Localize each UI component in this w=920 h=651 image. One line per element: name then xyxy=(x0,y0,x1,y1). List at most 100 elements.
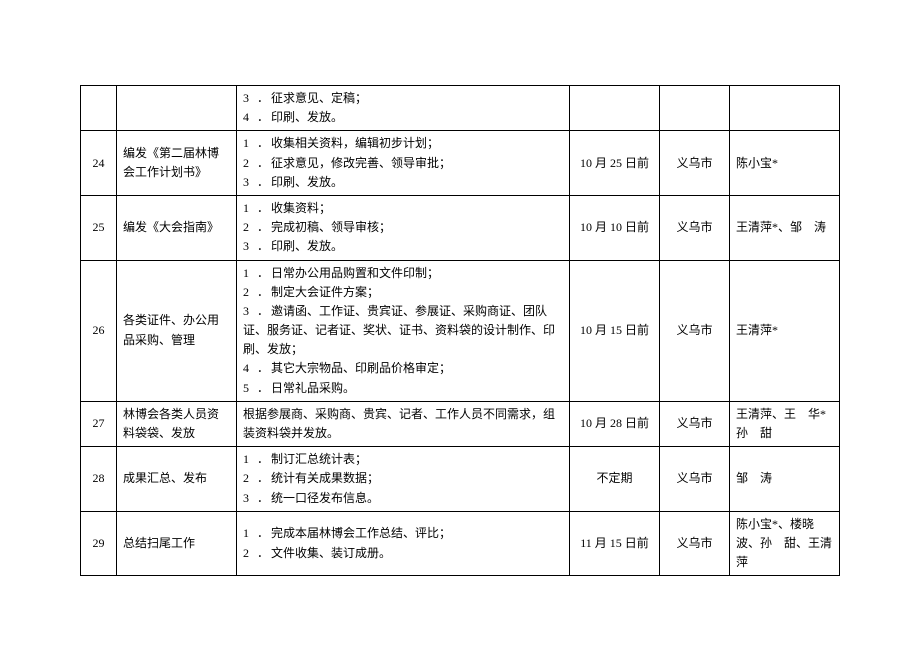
step-number: 3 xyxy=(243,237,257,256)
task-name: 编发《大会指南》 xyxy=(117,195,237,260)
step-separator: ． xyxy=(257,199,271,218)
step-separator: ． xyxy=(257,218,271,237)
city: 义乌市 xyxy=(660,511,730,576)
step-line: 3．邀请函、工作证、贵宾证、参展证、采购商证、团队证、服务证、记者证、奖状、证书… xyxy=(243,302,563,360)
step-line: 2．完成初稿、领导审核； xyxy=(243,218,563,237)
step-separator: ． xyxy=(257,524,271,543)
step-number: 2 xyxy=(243,544,257,563)
task-name: 林博会各类人员资料袋袋、发放 xyxy=(117,401,237,446)
step-line: 4．其它大宗物品、印刷品价格审定； xyxy=(243,359,563,378)
step-text: 邀请函、工作证、贵宾证、参展证、采购商证、团队证、服务证、记者证、奖状、证书、资… xyxy=(243,304,555,356)
row-number: 27 xyxy=(81,401,117,446)
task-steps: 根据参展商、采购商、贵宾、记者、工作人员不同需求，组装资料袋并发放。 xyxy=(237,401,570,446)
step-line: 1．制订汇总统计表； xyxy=(243,450,563,469)
responsible-people xyxy=(730,86,840,131)
step-line: 2．统计有关成果数据； xyxy=(243,469,563,488)
table-row: 28成果汇总、发布1．制订汇总统计表；2．统计有关成果数据；3．统一口径发布信息… xyxy=(81,447,840,512)
step-text: 制订汇总统计表； xyxy=(271,452,367,466)
step-number: 2 xyxy=(243,469,257,488)
step-separator: ． xyxy=(257,264,271,283)
step-line: 3．统一口径发布信息。 xyxy=(243,489,563,508)
step-separator: ． xyxy=(257,489,271,508)
responsible-people: 王清萍、王 华*孙 甜 xyxy=(730,401,840,446)
task-name: 各类证件、办公用品采购、管理 xyxy=(117,260,237,401)
step-number: 1 xyxy=(243,450,257,469)
step-line: 1．收集资料； xyxy=(243,199,563,218)
step-number: 3 xyxy=(243,89,257,108)
step-number: 1 xyxy=(243,524,257,543)
step-separator: ． xyxy=(257,89,271,108)
step-text: 日常办公用品购置和文件印制； xyxy=(271,266,439,280)
due-date: 10 月 15 日前 xyxy=(570,260,660,401)
step-separator: ． xyxy=(257,302,271,321)
row-number: 28 xyxy=(81,447,117,512)
task-name: 成果汇总、发布 xyxy=(117,447,237,512)
row-number: 25 xyxy=(81,195,117,260)
step-line: 1．收集相关资料，编辑初步计划； xyxy=(243,134,563,153)
task-steps: 1．收集相关资料，编辑初步计划；2．征求意见，修改完善、领导审批；3．印刷、发放… xyxy=(237,131,570,196)
step-number: 3 xyxy=(243,489,257,508)
step-line: 4．印刷、发放。 xyxy=(243,108,563,127)
step-number: 4 xyxy=(243,108,257,127)
responsible-people: 陈小宝* xyxy=(730,131,840,196)
responsible-people: 王清萍* xyxy=(730,260,840,401)
task-steps: 1．完成本届林博会工作总结、评比；2．文件收集、装订成册。 xyxy=(237,511,570,576)
step-text: 印刷、发放。 xyxy=(271,175,343,189)
step-separator: ． xyxy=(257,379,271,398)
table-row: 27林博会各类人员资料袋袋、发放根据参展商、采购商、贵宾、记者、工作人员不同需求… xyxy=(81,401,840,446)
city: 义乌市 xyxy=(660,260,730,401)
step-separator: ． xyxy=(257,450,271,469)
step-number: 1 xyxy=(243,134,257,153)
step-separator: ． xyxy=(257,359,271,378)
responsible-people: 王清萍*、邹 涛 xyxy=(730,195,840,260)
task-name: 总结扫尾工作 xyxy=(117,511,237,576)
city: 义乌市 xyxy=(660,447,730,512)
task-steps: 1．收集资料；2．完成初稿、领导审核；3．印刷、发放。 xyxy=(237,195,570,260)
step-line: 3．征求意见、定稿； xyxy=(243,89,563,108)
step-line: 1．完成本届林博会工作总结、评比； xyxy=(243,524,563,543)
task-steps: 1．制订汇总统计表；2．统计有关成果数据；3．统一口径发布信息。 xyxy=(237,447,570,512)
step-separator: ． xyxy=(257,283,271,302)
step-text: 印刷、发放。 xyxy=(271,239,343,253)
task-name xyxy=(117,86,237,131)
step-number: 2 xyxy=(243,218,257,237)
step-line: 2．制定大会证件方案； xyxy=(243,283,563,302)
responsible-people: 邹 涛 xyxy=(730,447,840,512)
row-number xyxy=(81,86,117,131)
step-number: 4 xyxy=(243,359,257,378)
city: 义乌市 xyxy=(660,401,730,446)
step-line: 3．印刷、发放。 xyxy=(243,173,563,192)
step-line: 5．日常礼品采购。 xyxy=(243,379,563,398)
step-number: 1 xyxy=(243,264,257,283)
table-row: 3．征求意见、定稿；4．印刷、发放。 xyxy=(81,86,840,131)
city xyxy=(660,86,730,131)
step-text: 日常礼品采购。 xyxy=(271,381,355,395)
step-text: 征求意见、定稿； xyxy=(271,91,367,105)
step-separator: ． xyxy=(257,237,271,256)
table-row: 25编发《大会指南》1．收集资料；2．完成初稿、领导审核；3．印刷、发放。10 … xyxy=(81,195,840,260)
step-text: 文件收集、装订成册。 xyxy=(271,546,391,560)
step-line: 3．印刷、发放。 xyxy=(243,237,563,256)
step-text: 统计有关成果数据； xyxy=(271,471,379,485)
step-text: 印刷、发放。 xyxy=(271,110,343,124)
row-number: 24 xyxy=(81,131,117,196)
step-separator: ． xyxy=(257,173,271,192)
step-number: 3 xyxy=(243,302,257,321)
city: 义乌市 xyxy=(660,131,730,196)
table-row: 26各类证件、办公用品采购、管理1．日常办公用品购置和文件印制；2．制定大会证件… xyxy=(81,260,840,401)
step-number: 1 xyxy=(243,199,257,218)
due-date: 11 月 15 日前 xyxy=(570,511,660,576)
table-row: 24编发《第二届林博会工作计划书》1．收集相关资料，编辑初步计划；2．征求意见，… xyxy=(81,131,840,196)
step-text: 统一口径发布信息。 xyxy=(271,491,379,505)
row-number: 26 xyxy=(81,260,117,401)
step-text: 收集资料； xyxy=(271,201,331,215)
step-line: 2．征求意见，修改完善、领导审批； xyxy=(243,154,563,173)
table-row: 29总结扫尾工作1．完成本届林博会工作总结、评比；2．文件收集、装订成册。11 … xyxy=(81,511,840,576)
responsible-people: 陈小宝*、楼晓波、孙 甜、王清萍 xyxy=(730,511,840,576)
due-date: 10 月 28 日前 xyxy=(570,401,660,446)
step-text: 完成本届林博会工作总结、评比； xyxy=(271,526,451,540)
step-text: 收集相关资料，编辑初步计划； xyxy=(271,136,439,150)
due-date xyxy=(570,86,660,131)
step-separator: ． xyxy=(257,154,271,173)
step-text: 完成初稿、领导审核； xyxy=(271,220,391,234)
